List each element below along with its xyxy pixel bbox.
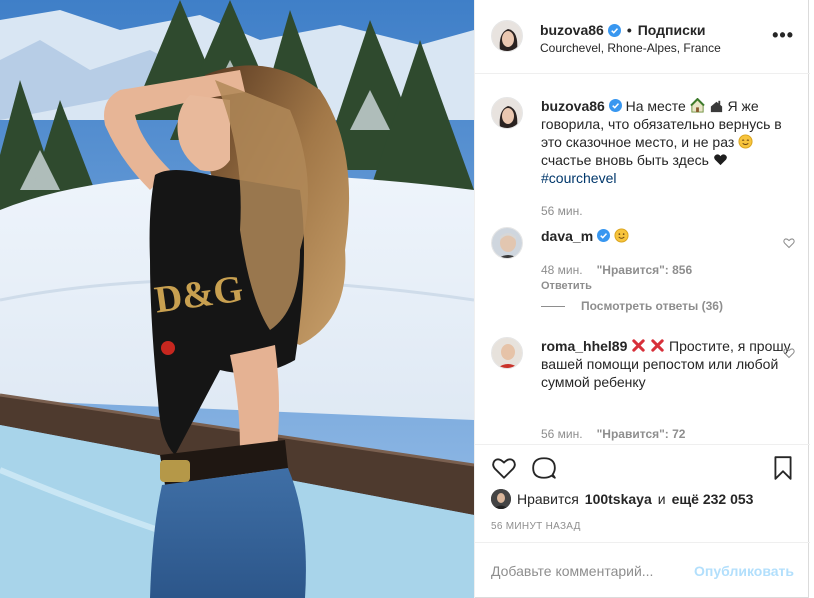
likes-middle: и	[657, 491, 666, 507]
comment-username[interactable]: dava_m	[541, 228, 593, 244]
post-location[interactable]: Courchevel, Rhone-Alpes, France	[540, 41, 721, 55]
separator-dot: •	[626, 22, 632, 38]
commenter-avatar[interactable]	[491, 227, 523, 259]
likes-summary: Нравится 100tskaya и ещё 232 053	[491, 489, 753, 509]
liker-avatar[interactable]	[491, 489, 511, 509]
photo-illustration: D&G	[0, 0, 474, 598]
verified-badge-icon	[608, 99, 622, 112]
post-time-ago[interactable]: 56 МИНУТ НАЗАД	[491, 521, 581, 532]
caption-time[interactable]: 56 мин.	[541, 204, 583, 218]
header-user-line: buzova86 • Подписки	[540, 22, 706, 38]
comment-text: dava_m	[541, 227, 791, 245]
comment-likes[interactable]: "Нравится": 856	[597, 263, 693, 277]
comment-icon[interactable]	[531, 455, 557, 481]
caption-text: buzova86 На месте Я же говорила, что обя…	[541, 97, 791, 187]
cross-mark-emoji-icon	[651, 339, 664, 352]
caption-hashtag[interactable]: #courchevel	[541, 170, 617, 186]
like-heart-icon[interactable]	[491, 455, 517, 481]
comments-list[interactable]: buzova86 На месте Я же говорила, что обя…	[475, 75, 810, 444]
caption-text-part-3: счастье вновь быть здесь	[541, 152, 709, 168]
replies-line	[541, 305, 565, 307]
liker-avatar-image	[491, 489, 511, 509]
add-comment-bar: Опубликовать	[475, 542, 810, 598]
smile-emoji-icon	[614, 228, 629, 243]
house-dark-emoji-icon	[710, 100, 722, 113]
save-bookmark-icon[interactable]	[770, 455, 796, 481]
commenter-avatar[interactable]	[491, 337, 523, 369]
comment-text: roma_hhel89 Простите, я прошу вашей помо…	[541, 337, 791, 391]
caption-avatar[interactable]	[491, 97, 523, 129]
blush-emoji-icon	[738, 134, 753, 149]
author-avatar-image	[492, 21, 522, 51]
like-comment-heart-icon[interactable]	[783, 347, 795, 359]
black-heart-emoji-icon	[713, 154, 727, 166]
cross-mark-emoji-icon	[632, 339, 645, 352]
comment-time[interactable]: 56 мин.	[541, 427, 583, 441]
following-button[interactable]: Подписки	[638, 22, 706, 38]
commenter-avatar-image	[492, 338, 522, 368]
post-side-panel: buzova86 • Подписки Courchevel, Rhone-Al…	[474, 0, 810, 598]
like-comment-heart-icon[interactable]	[783, 237, 795, 249]
comment-input[interactable]	[491, 560, 691, 582]
view-replies-button[interactable]: Посмотреть ответы (36)	[541, 299, 723, 313]
verified-badge-icon	[597, 229, 611, 242]
view-replies-label: Посмотреть ответы (36)	[581, 299, 723, 313]
comment-time[interactable]: 48 мин.	[541, 263, 583, 277]
caption-text-part-1: На месте	[625, 98, 686, 114]
post-header: buzova86 • Подписки Courchevel, Rhone-Al…	[475, 0, 810, 74]
commenter-avatar-image	[492, 228, 522, 258]
verified-badge-icon	[607, 23, 621, 37]
author-username[interactable]: buzova86	[540, 22, 604, 38]
reply-button[interactable]: Ответить	[541, 280, 592, 292]
caption-avatar-image	[492, 98, 522, 128]
publish-button[interactable]: Опубликовать	[694, 563, 794, 579]
liker-username[interactable]: 100tskaya	[585, 491, 652, 507]
house-emoji-icon	[690, 98, 705, 113]
more-horizontal-icon[interactable]: •••	[772, 26, 794, 44]
likes-others-count[interactable]: ещё 232 053	[672, 491, 754, 507]
comment-meta: 56 мин. "Нравится": 72	[541, 427, 685, 441]
caption-username[interactable]: buzova86	[541, 98, 605, 114]
comment-likes[interactable]: "Нравится": 72	[597, 427, 686, 441]
post-actions: Нравится 100tskaya и ещё 232 053 56 МИНУ…	[475, 444, 810, 542]
author-avatar[interactable]	[491, 20, 523, 52]
comment-username[interactable]: roma_hhel89	[541, 338, 627, 354]
instagram-post: D&G buzova86 • Подписки Courchevel, Rhon…	[0, 0, 810, 598]
likes-prefix: Нравится	[517, 491, 579, 507]
post-photo[interactable]: D&G	[0, 0, 474, 598]
comment-meta: 48 мин. "Нравится": 856	[541, 263, 692, 277]
